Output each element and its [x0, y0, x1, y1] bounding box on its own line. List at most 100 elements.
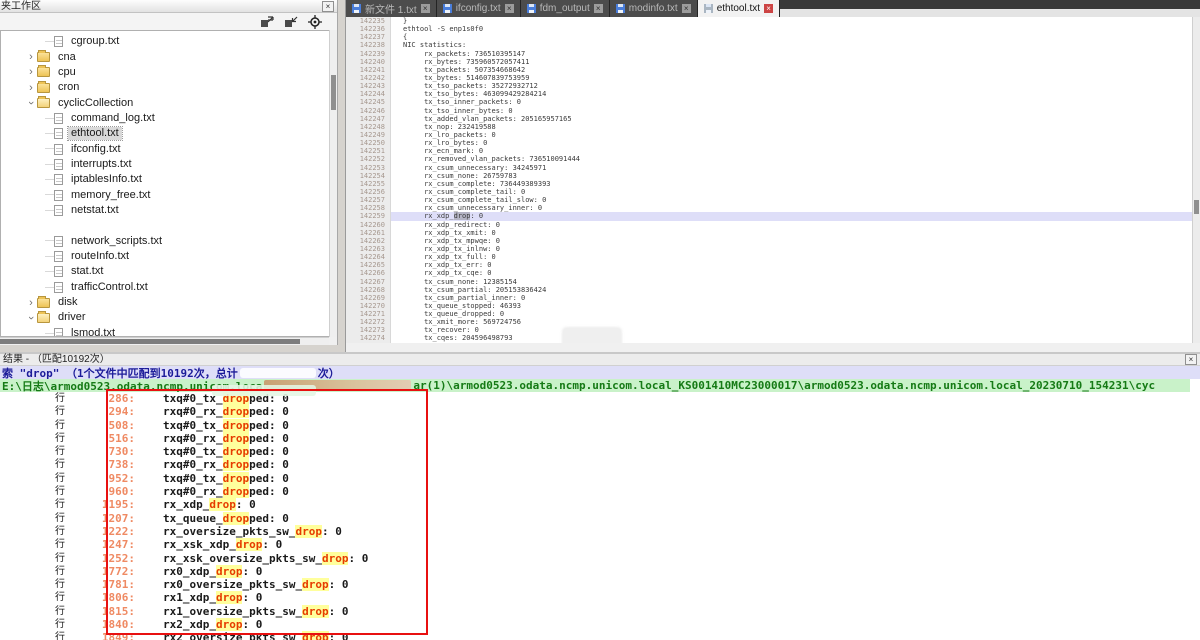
tree-item-disk[interactable]: ›disk	[1, 295, 329, 310]
result-row[interactable]: 行1247:rx_xsk_xdp_drop: 0	[0, 538, 1200, 551]
result-row[interactable]: 行516:rxq#0_rx_dropped: 0	[0, 432, 1200, 445]
collapse-windows-icon[interactable]	[283, 15, 299, 29]
result-row[interactable]: 行1849:rx2_oversize_pkts_sw_drop: 0	[0, 631, 1200, 640]
file-icon	[54, 266, 63, 277]
tab-ethtool.txt[interactable]: ethtool.txt ×	[698, 0, 780, 17]
line-number: 142244	[346, 90, 391, 98]
result-text-part: rxq#0_rx_	[163, 485, 223, 498]
line-number: 142235	[346, 17, 391, 25]
tree-item-cpu[interactable]: ›cpu	[1, 65, 329, 80]
result-file-path[interactable]: E:\日志\armod0523.odata.ncmp.unicom.loca a…	[0, 379, 1190, 392]
tree-item-cgroup.txt[interactable]: cgroup.txt	[1, 34, 329, 49]
tree-horizontal-scrollbar[interactable]	[0, 337, 329, 345]
chevron-right-icon[interactable]: ›	[25, 83, 37, 93]
result-row[interactable]: 行1207:tx_queue_dropped: 0	[0, 512, 1200, 525]
result-row[interactable]: 行1781:rx0_oversize_pkts_sw_drop: 0	[0, 578, 1200, 591]
tab-close-icon[interactable]: ×	[421, 4, 430, 13]
result-row[interactable]: 行952:txq#0_tx_dropped: 0	[0, 472, 1200, 485]
chevron-down-icon[interactable]: ›	[26, 97, 36, 109]
result-text-part: ped: 0	[249, 419, 289, 432]
result-line-number: 1806:	[69, 591, 135, 604]
editor-text-area[interactable]: 142235}142236ethtool -S enp1s0f0142237{1…	[346, 17, 1192, 343]
tree-item-iptablesInfo.txt[interactable]: iptablesInfo.txt	[1, 172, 329, 187]
tree-item-command_log.txt[interactable]: command_log.txt	[1, 111, 329, 126]
tab-modinfo.txt[interactable]: modinfo.txt×	[610, 0, 698, 17]
file-icon	[54, 205, 63, 216]
tree-item-interrupts.txt[interactable]: interrupts.txt	[1, 157, 329, 172]
chevron-right-icon[interactable]: ›	[25, 67, 37, 77]
result-text: rx2_oversize_pkts_sw_drop: 0	[163, 631, 348, 640]
chevron-right-icon[interactable]: ›	[25, 52, 37, 62]
code-line: 142250 rx_lro_bytes: 0	[346, 139, 1192, 147]
code-line: 142235}	[346, 17, 1192, 25]
tree-item-cron[interactable]: ›cron	[1, 80, 329, 95]
tree-item-memory_free.txt[interactable]: memory_free.txt	[1, 187, 329, 202]
line-number: 142269	[346, 294, 391, 302]
line-number: 142242	[346, 74, 391, 82]
tree-item-ethtool.txt[interactable]: ethtool.txt	[1, 126, 329, 141]
result-row[interactable]: 行294:rxq#0_rx_dropped: 0	[0, 405, 1200, 418]
code-line: 142246 tx_tso_inner_bytes: 0	[346, 107, 1192, 115]
tree-item-driver[interactable]: ›driver	[1, 310, 329, 325]
results-close-icon[interactable]: ×	[1185, 354, 1197, 365]
result-line-number: 730:	[69, 445, 135, 458]
tree-item-ifconfig.txt[interactable]: ifconfig.txt	[1, 141, 329, 156]
result-text-part: rx_xdp_	[163, 498, 209, 511]
tree-item-cna[interactable]: ›cna	[1, 49, 329, 64]
tree-vertical-scrollbar[interactable]	[329, 30, 337, 337]
line-text: tx_csum_none: 12385154	[391, 278, 517, 286]
line-number: 142241	[346, 66, 391, 74]
line-number: 142258	[346, 204, 391, 212]
tab-close-icon[interactable]: ×	[594, 4, 603, 13]
tab-新文件 1.txt[interactable]: 新文件 1.txt×	[346, 0, 437, 17]
editor-vertical-scrollbar[interactable]	[1192, 17, 1200, 343]
code-line: 142262 rx_xdp_tx_mpwqe: 0	[346, 237, 1192, 245]
search-match: drop	[223, 445, 250, 458]
chevron-down-icon[interactable]: ›	[26, 312, 36, 324]
result-row[interactable]: 行730:txq#0_tx_dropped: 0	[0, 445, 1200, 458]
tree-item-network_scripts.txt[interactable]: network_scripts.txt	[1, 233, 329, 248]
result-row[interactable]: 行1252:rx_xsk_oversize_pkts_sw_drop: 0	[0, 552, 1200, 565]
line-text: rx_xdp_tx_cqe: 0	[391, 269, 492, 277]
result-row[interactable]: 行286:txq#0_tx_dropped: 0	[0, 392, 1200, 405]
result-row[interactable]: 行1840:rx2_xdp_drop: 0	[0, 618, 1200, 631]
tree-item-trafficControl.txt[interactable]: trafficControl.txt	[1, 280, 329, 295]
tab-ifconfig.txt[interactable]: ifconfig.txt×	[437, 0, 521, 17]
workspace-close-icon[interactable]: ×	[322, 1, 334, 12]
line-number: 142257	[346, 196, 391, 204]
result-row[interactable]: 行960:rxq#0_rx_dropped: 0	[0, 485, 1200, 498]
code-line: 142273 tx_recover: 0	[346, 326, 1192, 334]
tab-fdm_output[interactable]: fdm_output×	[521, 0, 610, 17]
locate-file-icon[interactable]	[307, 15, 323, 29]
result-row[interactable]: 行1222:rx_oversize_pkts_sw_drop: 0	[0, 525, 1200, 538]
scrollbar-thumb[interactable]	[0, 339, 300, 344]
tab-label: ethtool.txt	[717, 3, 760, 14]
line-number: 142249	[346, 131, 391, 139]
search-match: drop	[223, 432, 250, 445]
chevron-right-icon[interactable]: ›	[25, 298, 37, 308]
file-path-part: ar(1)\armod0523.odata.ncmp.unicom.local_…	[413, 379, 1155, 392]
tab-close-icon[interactable]: ×	[764, 4, 773, 13]
scrollbar-thumb[interactable]	[1194, 200, 1199, 214]
result-row[interactable]: 行1815:rx1_oversize_pkts_sw_drop: 0	[0, 605, 1200, 618]
result-row[interactable]: 行1195:rx_xdp_drop: 0	[0, 498, 1200, 511]
scrollbar-thumb[interactable]	[331, 75, 336, 110]
expand-windows-icon[interactable]	[259, 15, 275, 29]
tree-item-netstat.txt[interactable]: netstat.txt	[1, 203, 329, 218]
result-row[interactable]: 行738:rxq#0_rx_dropped: 0	[0, 458, 1200, 471]
result-row[interactable]: 行508:txq#0_tx_dropped: 0	[0, 419, 1200, 432]
tree-item-lsmod.txt[interactable]: lsmod.txt	[1, 326, 329, 337]
result-line-number: 1840:	[69, 618, 135, 631]
code-line: 142237{	[346, 33, 1192, 41]
line-number: 142237	[346, 33, 391, 41]
tab-close-icon[interactable]: ×	[682, 4, 691, 13]
result-row[interactable]: 行1806:rx1_xdp_drop: 0	[0, 591, 1200, 604]
result-row[interactable]: 行1772:rx0_xdp_drop: 0	[0, 565, 1200, 578]
tree-item-cyclicCollection[interactable]: ›cyclicCollection	[1, 95, 329, 110]
result-text-part: : 0	[242, 565, 262, 578]
tree-item-stat.txt[interactable]: stat.txt	[1, 264, 329, 279]
tab-close-icon[interactable]: ×	[505, 4, 514, 13]
line-text-part: rx_xdp_	[403, 212, 454, 220]
tree-item-routeInfo.txt[interactable]: routeInfo.txt	[1, 249, 329, 264]
line-text: rx_xdp_tx_full: 0	[391, 253, 496, 261]
